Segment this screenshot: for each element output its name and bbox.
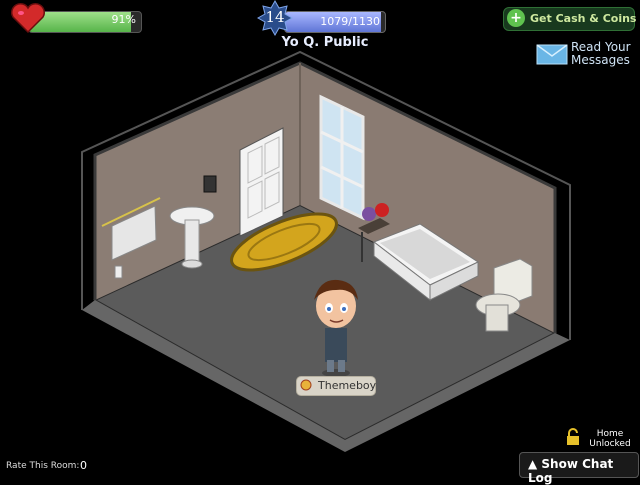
rate-room-label: Rate This Room: <box>6 461 80 471</box>
level-number: 14 <box>265 8 285 26</box>
avatar-name[interactable]: Themeboy <box>318 379 376 392</box>
rate-room-value: 0 <box>80 459 87 472</box>
outlet <box>114 265 123 279</box>
get-cash-label[interactable]: Get Cash & Coins <box>530 12 636 25</box>
envelope-icon[interactable] <box>536 41 568 65</box>
heart-icon <box>11 3 45 34</box>
home-lock-status[interactable]: Home Unlocked <box>584 429 636 449</box>
show-chat-log-label[interactable]: ▲ Show Chat Log <box>528 457 640 485</box>
xp-value: 1079/1130 <box>320 15 380 28</box>
unlocked-padlock-icon[interactable] <box>566 428 580 446</box>
badge-icon <box>300 379 312 391</box>
read-messages-button[interactable]: Read Your Messages <box>571 41 637 67</box>
home-status-line2[interactable]: Unlocked <box>584 439 636 449</box>
player-name: Yo Q. Public <box>281 35 369 50</box>
home-status-line1[interactable]: Home <box>584 429 636 439</box>
plus-icon[interactable]: + <box>507 9 525 27</box>
toothbrush-cup <box>203 175 217 193</box>
room-scene <box>81 50 571 452</box>
read-messages-line2[interactable]: Messages <box>571 54 637 67</box>
